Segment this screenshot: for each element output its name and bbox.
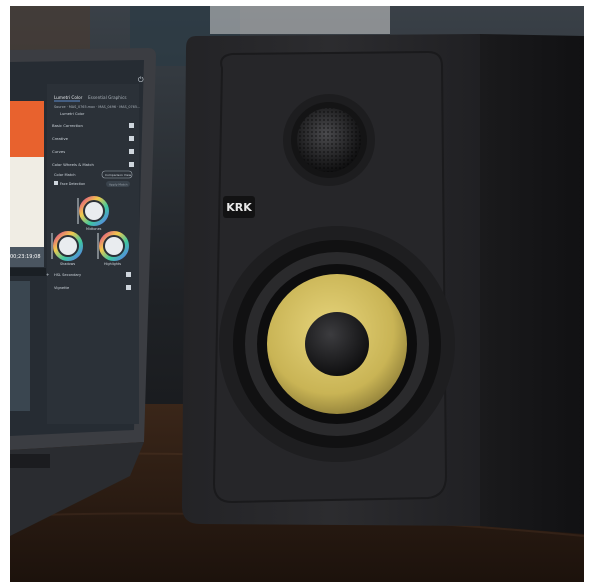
source-line: Source · MAS_0765.mov · MAS_0496 · MAS_0…	[54, 105, 140, 109]
photo-frame: 00;23:19;08 ⏻ Lumetri Color Essential Gr…	[10, 6, 584, 582]
wheel-label-shadows: Shadows	[60, 262, 75, 266]
section-vignette[interactable]: Vignette	[54, 286, 70, 290]
photo: 00;23:19;08 ⏻ Lumetri Color Essential Gr…	[10, 6, 584, 582]
color-match-label: Color Match	[54, 173, 76, 177]
woofer	[219, 226, 455, 462]
add-icon[interactable]: +	[46, 272, 49, 277]
dust-cap	[305, 312, 369, 376]
wheel-label-midtones: Midtones	[86, 227, 102, 231]
laptop-keyboard	[10, 454, 50, 468]
speaker-side	[480, 34, 584, 534]
svg-text:Comparison View: Comparison View	[105, 173, 132, 177]
tab-lumetri-color[interactable]: Lumetri Color	[54, 95, 83, 100]
section-checkbox[interactable]	[129, 136, 134, 141]
section-checkbox[interactable]	[129, 149, 134, 154]
face-detection-checkbox[interactable]	[54, 181, 58, 185]
krk-logo: KRK	[223, 196, 255, 218]
tweeter	[283, 94, 375, 186]
section-curves[interactable]: Curves	[52, 149, 65, 154]
section-color-wheels[interactable]: Color Wheels & Match	[52, 162, 95, 167]
lumetri-dropdown[interactable]: Lumetri Color	[60, 112, 85, 116]
section-hsl-secondary[interactable]: HSL Secondary	[54, 273, 82, 277]
section-checkbox[interactable]	[129, 123, 134, 128]
wheel-label-highlights: Highlights	[104, 262, 121, 266]
section-basic-correction[interactable]: Basic Correction	[52, 123, 83, 128]
tab-essential-graphics[interactable]: Essential Graphics	[88, 95, 127, 100]
section-checkbox[interactable]	[126, 272, 131, 277]
section-checkbox[interactable]	[126, 285, 131, 290]
face-detection-label: Face Detection	[60, 182, 85, 186]
section-creative[interactable]: Creative	[52, 136, 69, 141]
background-shelf-light	[210, 6, 390, 34]
section-checkbox[interactable]	[129, 162, 134, 167]
svg-text:KRK: KRK	[226, 201, 252, 214]
svg-text:Apply Match: Apply Match	[109, 183, 128, 187]
lumetri-panel: ⏻ Lumetri Color Essential Graphics Sourc…	[46, 76, 144, 424]
power-icon[interactable]: ⏻	[138, 76, 144, 84]
studio-monitor-speaker: KRK	[182, 34, 584, 534]
background-object	[10, 6, 90, 51]
timecode: 00;23:19;08	[10, 254, 41, 260]
